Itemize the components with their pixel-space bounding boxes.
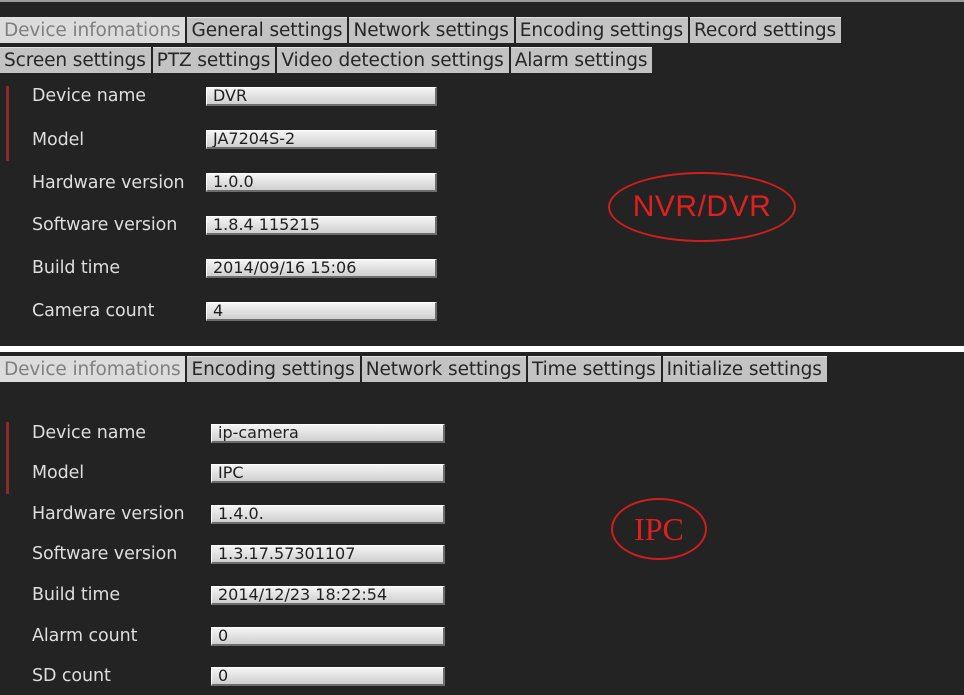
tab-device-informations[interactable]: Device infomations — [0, 17, 186, 43]
build-time-label: Build time — [32, 258, 121, 278]
selection-accent-bar — [6, 86, 9, 161]
sd-count-label: SD count — [32, 666, 111, 686]
camera-count-label: Camera count — [32, 301, 155, 321]
tab-encoding-settings[interactable]: Encoding settings — [187, 356, 360, 382]
tab-device-informations[interactable]: Device infomations — [0, 356, 186, 382]
build-time-field[interactable]: 2014/12/23 18:22:54 — [211, 586, 445, 605]
device-name-label: Device name — [32, 423, 146, 443]
tab-ptz-settings[interactable]: PTZ settings — [152, 47, 276, 73]
ipc-tab-row: Device infomations Encoding settings Net… — [0, 356, 829, 382]
ipc-device-info-panel: Device infomations Encoding settings Net… — [0, 352, 964, 695]
alarm-count-field[interactable]: 0 — [211, 627, 445, 646]
device-name-label: Device name — [32, 86, 146, 106]
nvr-tab-row-1: Device infomations General settings Netw… — [0, 17, 843, 43]
build-time-label: Build time — [32, 585, 121, 605]
software-version-label: Software version — [32, 215, 178, 235]
model-label: Model — [32, 463, 85, 483]
camera-count-field[interactable]: 4 — [206, 302, 437, 321]
hardware-version-label: Hardware version — [32, 173, 185, 193]
tab-record-settings[interactable]: Record settings — [689, 17, 842, 43]
tab-screen-settings[interactable]: Screen settings — [0, 47, 151, 73]
sd-count-field[interactable]: 0 — [211, 667, 445, 686]
nvr-device-info-panel: Device infomations General settings Netw… — [0, 0, 964, 346]
tab-encoding-settings[interactable]: Encoding settings — [515, 17, 688, 43]
tab-general-settings[interactable]: General settings — [187, 17, 348, 43]
software-version-field[interactable]: 1.3.17.57301107 — [211, 545, 445, 564]
device-name-field[interactable]: DVR — [206, 87, 437, 106]
tab-network-settings[interactable]: Network settings — [361, 356, 527, 382]
tab-alarm-settings[interactable]: Alarm settings — [510, 47, 653, 73]
software-version-field[interactable]: 1.8.4 115215 — [206, 216, 437, 235]
tab-time-settings[interactable]: Time settings — [528, 356, 661, 382]
nvr-dvr-stamp: NVR/DVR — [608, 172, 796, 242]
hardware-version-label: Hardware version — [32, 504, 185, 524]
nvr-tab-row-2: Screen settings PTZ settings Video detec… — [0, 47, 654, 73]
software-version-label: Software version — [32, 544, 178, 564]
hardware-version-field[interactable]: 1.4.0. — [211, 505, 445, 524]
model-field[interactable]: JA7204S-2 — [206, 130, 437, 149]
build-time-field[interactable]: 2014/09/16 15:06 — [206, 259, 437, 278]
tab-video-detection-settings[interactable]: Video detection settings — [277, 47, 509, 73]
selection-accent-bar — [6, 422, 9, 494]
device-name-field[interactable]: ip-camera — [211, 424, 445, 443]
model-field[interactable]: IPC — [211, 464, 445, 483]
alarm-count-label: Alarm count — [32, 626, 138, 646]
top-border — [0, 0, 964, 2]
model-label: Model — [32, 130, 85, 150]
tab-initialize-settings[interactable]: Initialize settings — [662, 356, 827, 382]
ipc-stamp: IPC — [611, 498, 707, 560]
tab-network-settings[interactable]: Network settings — [349, 17, 514, 43]
hardware-version-field[interactable]: 1.0.0 — [206, 173, 437, 192]
